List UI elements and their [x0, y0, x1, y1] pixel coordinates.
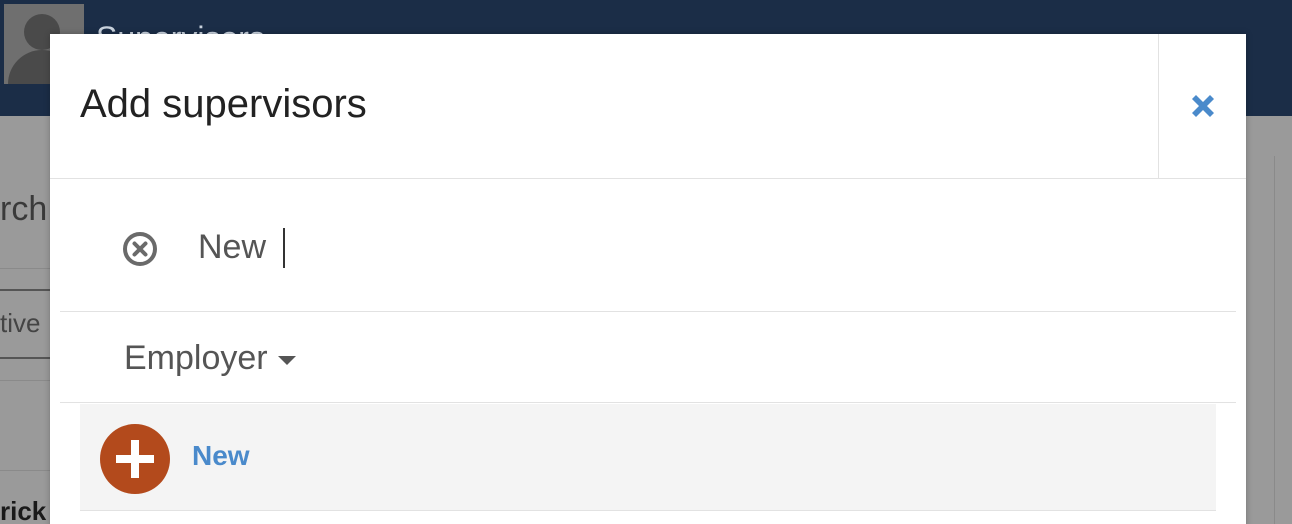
- caret-down-icon: [277, 355, 296, 365]
- text-cursor: [283, 228, 285, 268]
- add-circle-icon: [100, 424, 170, 494]
- modal-title: Add supervisors: [80, 82, 367, 126]
- background-right-column: [1274, 156, 1292, 524]
- filter-row: Employer: [60, 312, 1236, 403]
- divider: [0, 268, 50, 269]
- result-label[interactable]: New: [192, 440, 250, 472]
- modal-header: Add supervisors: [50, 34, 1246, 179]
- background-search-heading: rch: [0, 190, 48, 228]
- divider: [0, 470, 50, 471]
- background-status-text: tive: [0, 308, 41, 338]
- clear-circle-icon[interactable]: [122, 231, 158, 267]
- divider: [0, 380, 50, 381]
- close-button[interactable]: [1158, 34, 1247, 178]
- filter-label: Employer: [124, 338, 268, 377]
- background-name-text: rick: [0, 496, 47, 524]
- employer-filter-dropdown[interactable]: Employer: [124, 338, 296, 378]
- close-icon: [1192, 95, 1214, 117]
- add-supervisors-modal: Add supervisors Employer New: [50, 34, 1246, 524]
- result-item-new[interactable]: New: [80, 404, 1216, 511]
- search-row: [60, 179, 1236, 312]
- search-input[interactable]: [198, 225, 1098, 269]
